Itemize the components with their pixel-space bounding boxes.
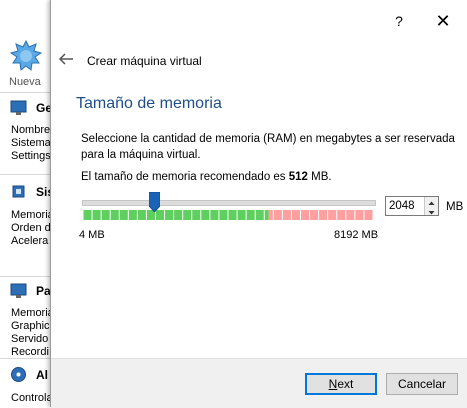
bg-section-system-header: Sis — [10, 183, 54, 203]
memory-spinbox-value[interactable]: 2048 — [389, 200, 415, 212]
description-text: Seleccione la cantidad de memoria (RAM) … — [81, 133, 455, 161]
bg-section-title: Al — [36, 368, 48, 382]
memory-spinbox[interactable]: 2048 — [385, 196, 439, 216]
memory-slider-track[interactable] — [82, 200, 376, 206]
bg-section-line: Memoria — [11, 209, 54, 221]
memory-scale — [83, 210, 373, 220]
bg-section-title: Pa — [36, 284, 51, 298]
slider-max-label: 8192 MB — [334, 229, 379, 241]
recommended-memory-text: El tamaño de memoria recomendado es 512 … — [81, 171, 332, 183]
page-heading: Tamaño de memoria — [76, 95, 222, 112]
new-machine-icon[interactable] — [10, 40, 42, 72]
recommended-prefix: El tamaño de memoria recomendado es — [81, 171, 289, 183]
cancel-button[interactable]: Cancelar — [386, 373, 458, 395]
next-label-rest: ext — [337, 377, 354, 391]
help-button[interactable]: ? — [387, 10, 411, 32]
bg-section-general-header: Ge — [10, 99, 52, 119]
dialog-footer: Next Cancelar — [51, 358, 467, 408]
chip-icon — [12, 185, 25, 198]
storage-icon — [11, 367, 26, 382]
bg-section-line: Servido — [11, 333, 49, 345]
bg-section-line: Nombre — [11, 124, 51, 136]
scale-red-zone — [268, 210, 373, 220]
bg-section-general: Ge Nombre Sistema Settings — [0, 92, 52, 175]
bg-section-storage-header: Al — [10, 366, 50, 386]
close-button[interactable]: ✕ — [431, 10, 455, 32]
recommended-suffix: MB. — [307, 171, 332, 183]
back-arrow-icon[interactable] — [57, 50, 75, 68]
bg-section-storage: Al Controla — [0, 358, 53, 408]
bg-section-line: Orden d — [11, 222, 51, 234]
memory-slider-thumb[interactable] — [149, 192, 161, 212]
new-machine-label: Nueva — [9, 76, 41, 88]
memory-unit-label: MB — [446, 201, 464, 213]
bg-section-display: Pa Memoria Graphic Servido Recordi — [0, 276, 54, 359]
bg-section-line: Sistema — [11, 137, 51, 149]
spin-down-button[interactable] — [424, 206, 438, 215]
bg-section-system: Sis Memoria Orden d Acelera — [0, 174, 54, 277]
spin-down-icon — [428, 211, 435, 215]
bg-section-display-header: Pa — [10, 282, 51, 302]
create-vm-dialog: ? ✕ Crear máquina virtual Tamaño de memo… — [50, 0, 467, 408]
wizard-title: Crear máquina virtual — [87, 54, 202, 68]
bg-section-line: Graphic — [11, 320, 50, 332]
bg-section-line: Memoria — [11, 307, 54, 319]
bg-section-line: Recordi — [11, 346, 49, 358]
next-button[interactable]: Next — [305, 373, 377, 395]
dialog-titlebar: ? ✕ — [51, 0, 467, 40]
bg-section-line: Settings — [11, 150, 51, 162]
bg-section-line: Acelera — [11, 235, 49, 247]
recommended-value: 512 — [288, 171, 308, 183]
scale-green-zone — [83, 210, 269, 220]
slider-min-label: 4 MB — [79, 229, 105, 241]
display-icon — [10, 283, 27, 298]
monitor-icon — [10, 100, 27, 115]
bg-section-line: Controla — [11, 392, 53, 404]
background-toolbar: Nueva — [0, 0, 52, 92]
